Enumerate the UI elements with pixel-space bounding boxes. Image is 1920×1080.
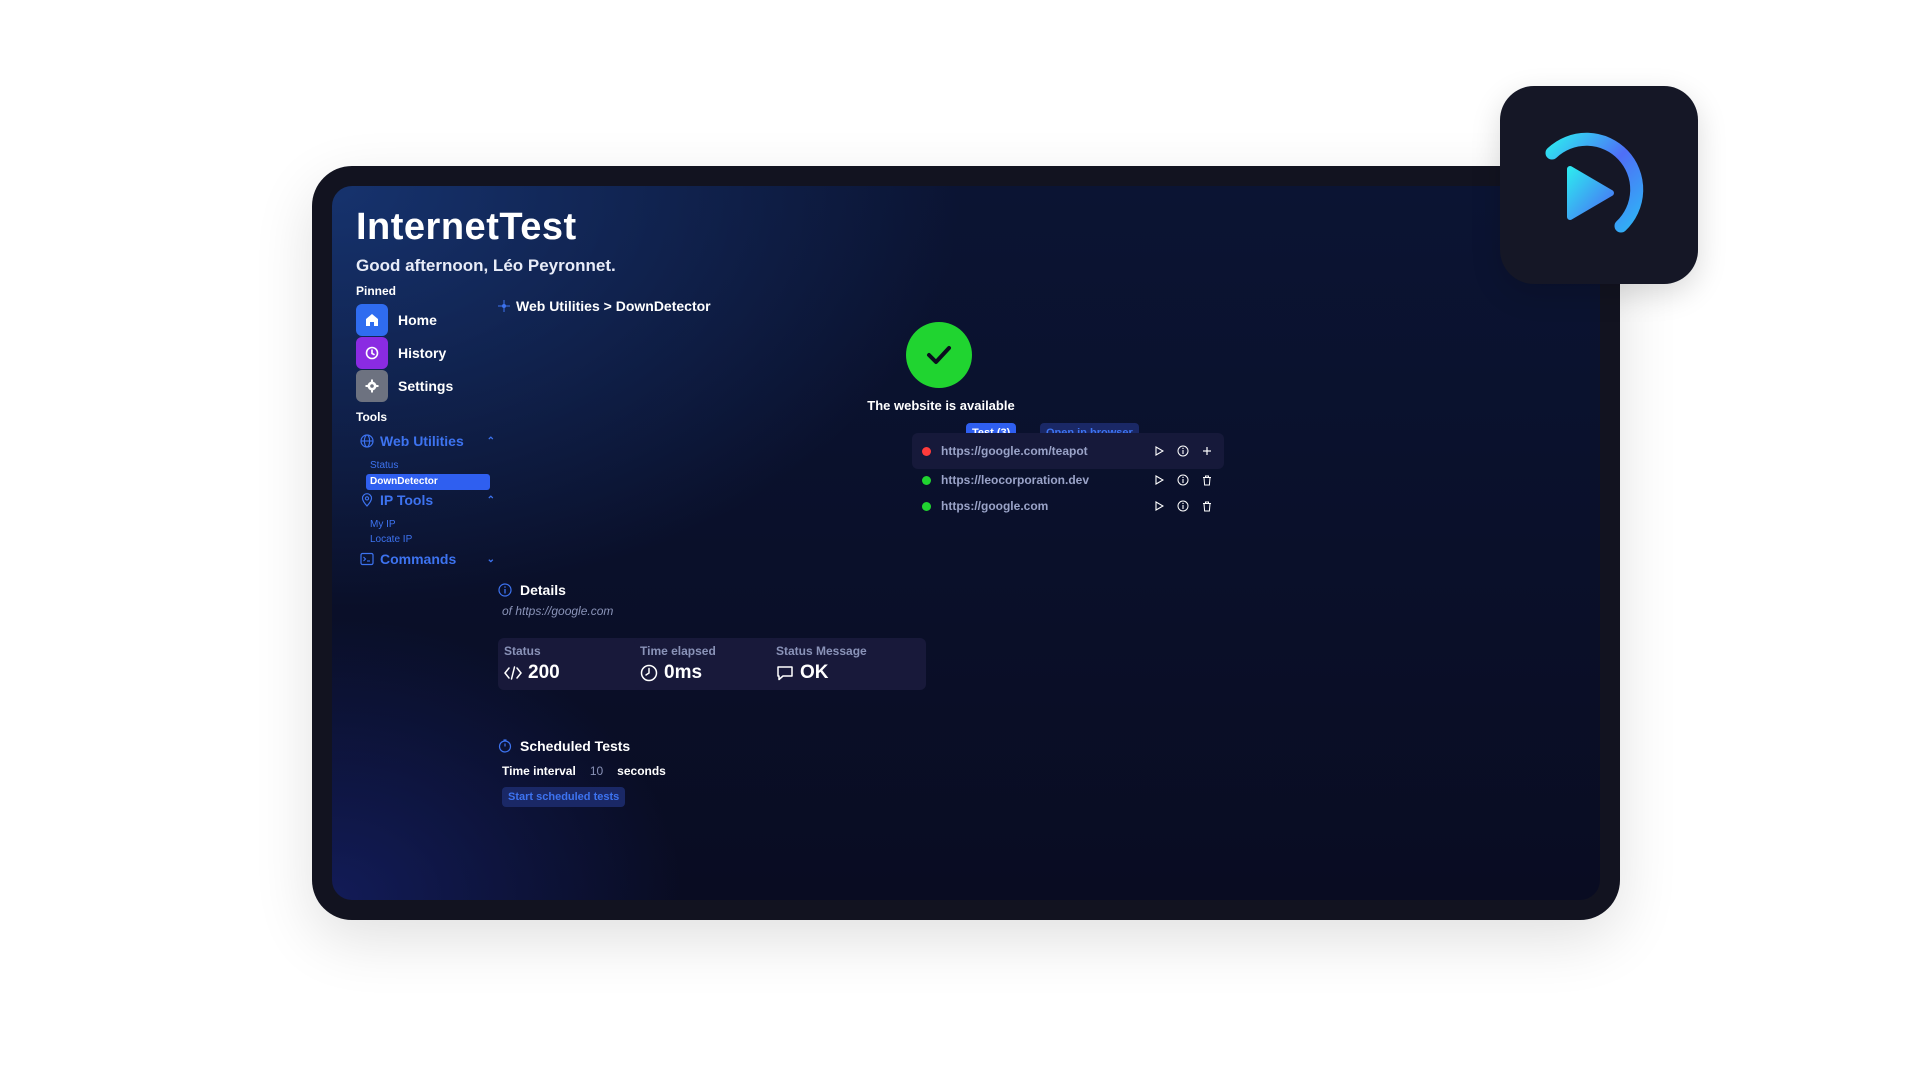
device-frame: InternetTest Good afternoon, Léo Peyronn… (312, 166, 1620, 920)
delete-icon[interactable] (1200, 499, 1214, 513)
home-icon (356, 304, 388, 336)
app-title: InternetTest (356, 206, 577, 248)
delete-icon[interactable] (1200, 473, 1214, 487)
pinned-label: Pinned (356, 284, 397, 298)
scheduled-tests-header: Scheduled Tests (498, 738, 630, 754)
ok-status-dot (922, 475, 931, 485)
sidebar-item-label: Home (398, 312, 437, 328)
info-icon[interactable] (1176, 499, 1190, 513)
sidebar-subitem-status[interactable]: Status (370, 460, 398, 471)
card-value-row: 0ms (640, 662, 702, 684)
breadcrumb-text: Web Utilities > DownDetector (516, 298, 711, 314)
chevron-up-icon: ⌃ (486, 435, 495, 447)
sidebar-item-history[interactable]: History (356, 337, 446, 369)
add-icon[interactable] (1200, 444, 1214, 458)
card-label: Time elapsed (640, 644, 716, 658)
details-header: Details (498, 582, 566, 598)
sidebar-item-settings[interactable]: Settings (356, 370, 453, 402)
card-value: 0ms (664, 662, 703, 683)
terminal-icon (360, 552, 374, 566)
availability-status: The website is available (867, 398, 1015, 413)
chat-bubble-icon (777, 666, 793, 681)
card-value-row: 200 (504, 662, 560, 684)
details-subtitle: of https://google.com (502, 604, 614, 618)
card-label: Status Message (776, 644, 867, 658)
play-icon[interactable] (1152, 444, 1166, 458)
time-elapsed-card: Time elapsed 0ms (634, 638, 790, 690)
url-text: https://google.com (941, 499, 1049, 513)
details-title: Details (520, 582, 566, 598)
sidebar-group-commands[interactable]: Commands ⌄ (360, 551, 495, 567)
history-icon (356, 337, 388, 369)
clock-icon (640, 664, 658, 682)
sidebar-group-label: IP Tools (380, 492, 434, 508)
scheduled-tests-title: Scheduled Tests (520, 738, 631, 754)
card-label: Status (504, 644, 541, 658)
card-value: 200 (528, 662, 560, 683)
globe-icon (360, 434, 374, 448)
time-interval-unit: seconds (617, 764, 666, 778)
sidebar-subitem-downdetector[interactable]: DownDetector (366, 474, 490, 490)
internettest-logo-icon (1545, 132, 1644, 233)
url-text: https://google.com/teapot (941, 444, 1088, 458)
url-list-item[interactable]: https://google.com (912, 488, 1224, 524)
error-status-dot (922, 446, 931, 456)
timer-icon (498, 739, 512, 753)
chevron-up-icon: ⌃ (486, 494, 495, 506)
info-icon[interactable] (1176, 473, 1190, 487)
tools-label: Tools (356, 410, 388, 424)
sidebar-group-ip-tools[interactable]: IP Tools ⌃ (360, 492, 495, 508)
url-text: https://leocorporation.dev (941, 473, 1090, 487)
time-interval-row: Time interval 10 seconds (502, 764, 666, 778)
time-interval-label: Time interval (502, 764, 576, 778)
sidebar-group-label: Commands (380, 551, 457, 567)
ok-status-dot (922, 501, 931, 511)
status-card: Status 200 (498, 638, 654, 690)
gear-icon (356, 370, 388, 402)
sidebar-group-label: Web Utilities (380, 433, 464, 449)
play-icon[interactable] (1152, 473, 1166, 487)
greeting-text: Good afternoon, Léo Peyronnet. (356, 256, 616, 275)
web-utilities-icon (498, 300, 510, 312)
sidebar-subitem-my-ip[interactable]: My IP (370, 519, 396, 530)
app-window: InternetTest Good afternoon, Léo Peyronn… (332, 186, 1600, 900)
location-pin-icon (361, 493, 373, 507)
start-scheduled-tests-button[interactable]: Start scheduled tests (502, 787, 626, 807)
play-icon[interactable] (1152, 499, 1166, 513)
sidebar-item-home[interactable]: Home (356, 304, 437, 336)
chevron-down-icon: ⌄ (486, 553, 495, 565)
card-value: OK (800, 662, 829, 683)
sidebar-item-label: Settings (398, 378, 454, 394)
info-icon (498, 583, 512, 597)
card-value-row: OK (776, 662, 829, 684)
breadcrumb: Web Utilities > DownDetector (498, 298, 711, 314)
info-icon[interactable] (1176, 444, 1190, 458)
time-interval-input[interactable]: 10 (590, 764, 603, 778)
sidebar-item-label: History (398, 345, 447, 361)
code-icon (504, 666, 522, 680)
app-logo (1500, 86, 1698, 284)
sidebar-group-web-utilities[interactable]: Web Utilities ⌃ (360, 433, 495, 449)
status-message-card: Status Message OK (770, 638, 926, 690)
sidebar-subitem-locate-ip[interactable]: Locate IP (370, 534, 412, 545)
success-check-icon (906, 322, 972, 388)
